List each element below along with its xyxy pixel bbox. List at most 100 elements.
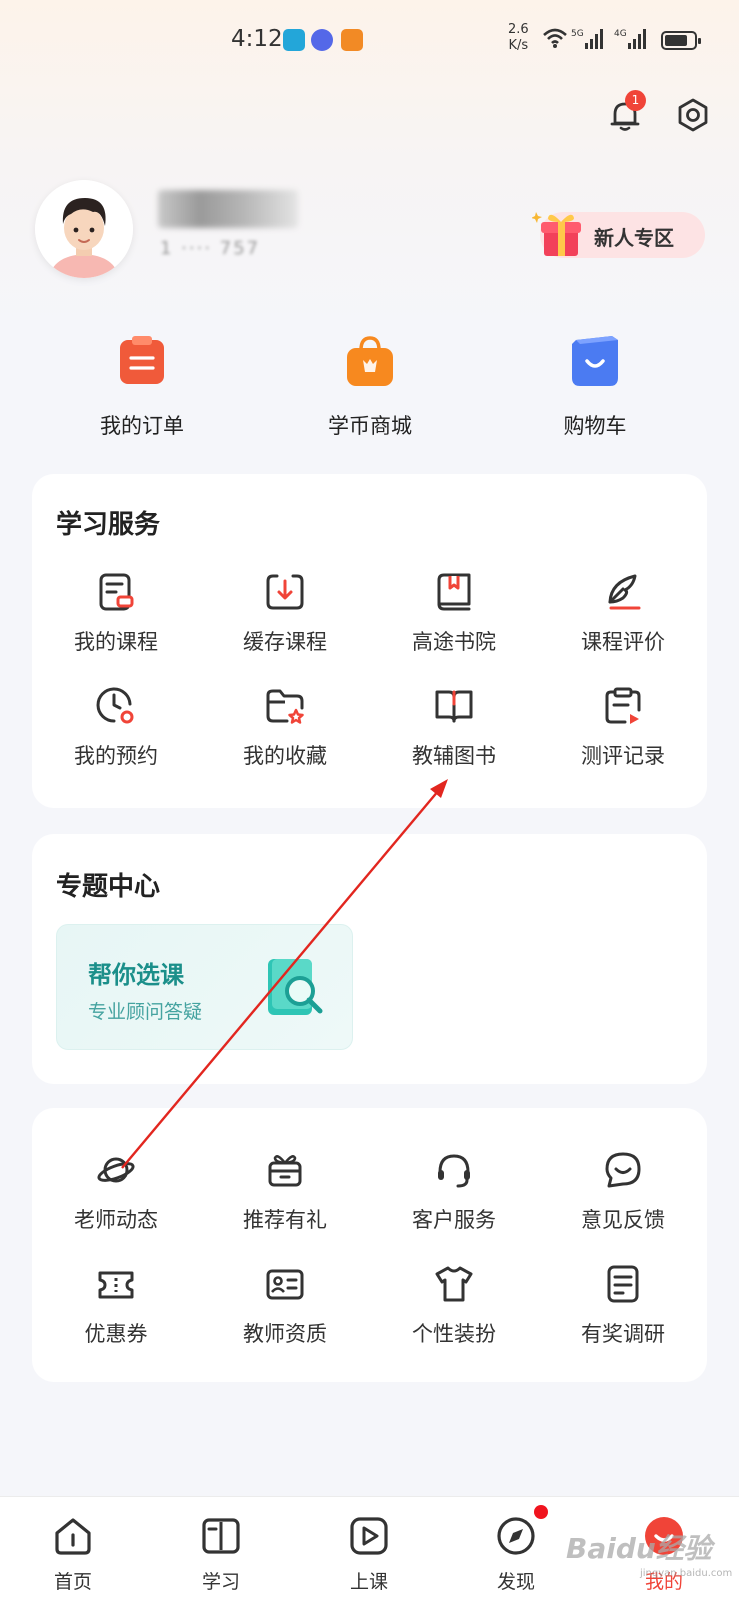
baidu-watermark: Baidu经验 <box>566 1532 712 1565</box>
coin-mall-button[interactable]: 学币商城 <box>280 334 460 440</box>
my-appointments-item[interactable]: 我的预约 <box>32 686 200 770</box>
course-review-item[interactable]: 课程评价 <box>539 572 707 656</box>
nav-discover-label: 发现 <box>496 1571 535 1593</box>
personal-dressup-label: 个性装扮 <box>412 1322 496 1346</box>
play-icon <box>350 1517 388 1555</box>
compass-icon <box>497 1517 535 1555</box>
my-favorites-item[interactable]: 我的收藏 <box>201 686 369 770</box>
status-bar: 4:12 2.6 K/s 5G 4G <box>0 0 739 80</box>
coin-mall-label: 学币商城 <box>328 414 412 438</box>
coupons-item[interactable]: 优惠券 <box>32 1264 200 1348</box>
cached-courses-item[interactable]: 缓存课程 <box>201 572 369 656</box>
help-choose-course-title: 帮你选课 <box>88 961 184 989</box>
customer-service-label: 客户服务 <box>412 1208 496 1232</box>
reward-survey-item[interactable]: 有奖调研 <box>539 1264 707 1348</box>
book-bookmark-icon <box>437 573 471 611</box>
download-icon <box>266 574 304 610</box>
course-review-label: 课程评价 <box>581 630 665 654</box>
video-app-icon <box>341 29 363 51</box>
gaotu-academy-item[interactable]: 高途书院 <box>370 572 538 656</box>
discover-red-dot <box>534 1505 548 1519</box>
teaching-books-label: 教辅图书 <box>412 744 496 768</box>
nav-class[interactable]: 上课 <box>329 1515 409 1594</box>
assessment-records-label: 测评记录 <box>581 744 665 768</box>
notification-badge: 1 <box>625 90 646 111</box>
order-icon <box>120 336 164 384</box>
help-choose-course-card[interactable]: 帮你选课 专业顾问答疑 <box>56 924 353 1050</box>
gaotu-academy-label: 高途书院 <box>412 630 496 654</box>
app-notification-icon <box>283 29 305 51</box>
headset-icon <box>438 1154 470 1188</box>
teacher-credentials-label: 教师资质 <box>243 1322 327 1346</box>
gift-icon <box>268 1155 302 1187</box>
help-choose-course-subtitle: 专业顾问答疑 <box>88 1001 203 1023</box>
cart-icon <box>572 336 618 386</box>
my-favorites-label: 我的收藏 <box>243 744 327 768</box>
music-app-icon <box>311 29 333 51</box>
clock-icon <box>96 687 134 724</box>
nav-home-label: 首页 <box>53 1571 92 1593</box>
study-services-title: 学习服务 <box>56 510 161 540</box>
svg-text:5G: 5G <box>571 29 584 39</box>
nav-class-label: 上课 <box>349 1571 388 1593</box>
nav-home[interactable]: 首页 <box>33 1515 113 1594</box>
status-time: 4:12 <box>231 26 283 52</box>
teaching-books-item[interactable]: 教辅图书 <box>370 686 538 770</box>
my-courses-item[interactable]: 我的课程 <box>32 572 200 656</box>
chat-smile-icon <box>605 1152 641 1188</box>
topic-center-card: 专题中心 帮你选课 专业顾问答疑 <box>32 834 707 1084</box>
shopping-cart-button[interactable]: 购物车 <box>505 334 685 440</box>
avatar-illustration-icon <box>35 180 133 278</box>
baidu-watermark-url: jingyan.baidu.com <box>640 1568 733 1579</box>
nav-study-label: 学习 <box>201 1571 240 1593</box>
signal-5g-icon: 5G <box>571 29 603 49</box>
folder-star-icon <box>266 689 304 724</box>
course-icon <box>99 573 134 611</box>
my-orders-button[interactable]: 我的订单 <box>52 334 232 440</box>
book-search-icon <box>268 959 323 1015</box>
open-book-icon <box>435 690 473 723</box>
my-orders-label: 我的订单 <box>100 414 184 438</box>
more-services-card: 老师动态 推荐有礼 客户服务 意见反馈 优惠券 教师资质 个性装扮 有奖调研 <box>32 1108 707 1382</box>
gift-box-icon <box>532 212 581 256</box>
signal-4g-icon: 4G <box>614 29 646 49</box>
id-card-icon <box>266 1269 304 1300</box>
shop-bag-icon <box>347 336 393 386</box>
tshirt-icon <box>435 1266 473 1302</box>
feather-pen-icon <box>608 574 641 610</box>
referral-rewards-item[interactable]: 推荐有礼 <box>201 1150 369 1234</box>
nav-discover[interactable]: 发现 <box>476 1515 556 1594</box>
feedback-item[interactable]: 意见反馈 <box>539 1150 707 1234</box>
wifi-icon <box>543 28 567 48</box>
reward-survey-label: 有奖调研 <box>581 1322 665 1346</box>
nav-study[interactable]: 学习 <box>181 1515 261 1594</box>
referral-rewards-label: 推荐有礼 <box>243 1208 327 1232</box>
customer-service-item[interactable]: 客户服务 <box>370 1150 538 1234</box>
teacher-updates-item[interactable]: 老师动态 <box>32 1150 200 1234</box>
settings-gear-icon[interactable] <box>675 97 711 133</box>
my-courses-label: 我的课程 <box>74 630 158 654</box>
avatar[interactable] <box>35 180 133 278</box>
study-book-icon <box>202 1518 240 1554</box>
survey-icon <box>607 1265 639 1303</box>
topic-center-title: 专题中心 <box>56 872 161 902</box>
newbie-zone-label: 新人专区 <box>594 226 674 250</box>
clipboard-icon <box>605 687 641 724</box>
study-services-card: 学习服务 我的课程 缓存课程 高途书院 课程评价 我的预约 我的收藏 教辅图书 … <box>32 474 707 808</box>
teacher-updates-label: 老师动态 <box>74 1208 158 1232</box>
username-blurred <box>158 190 298 228</box>
my-appointments-label: 我的预约 <box>74 744 158 768</box>
cached-courses-label: 缓存课程 <box>243 630 327 654</box>
user-id: 1 ···· 757 <box>160 238 261 259</box>
shopping-cart-label: 购物车 <box>563 414 627 438</box>
planet-icon <box>97 1157 135 1183</box>
home-icon <box>55 1518 91 1555</box>
teacher-credentials-item[interactable]: 教师资质 <box>201 1264 369 1348</box>
assessment-records-item[interactable]: 测评记录 <box>539 686 707 770</box>
svg-text:4G: 4G <box>614 29 627 39</box>
personal-dressup-item[interactable]: 个性装扮 <box>370 1264 538 1348</box>
feedback-label: 意见反馈 <box>581 1208 665 1232</box>
newbie-zone-button[interactable]: 新人专区 <box>532 212 705 258</box>
battery-icon <box>661 31 701 50</box>
network-speed: 2.6 K/s <box>508 22 529 53</box>
